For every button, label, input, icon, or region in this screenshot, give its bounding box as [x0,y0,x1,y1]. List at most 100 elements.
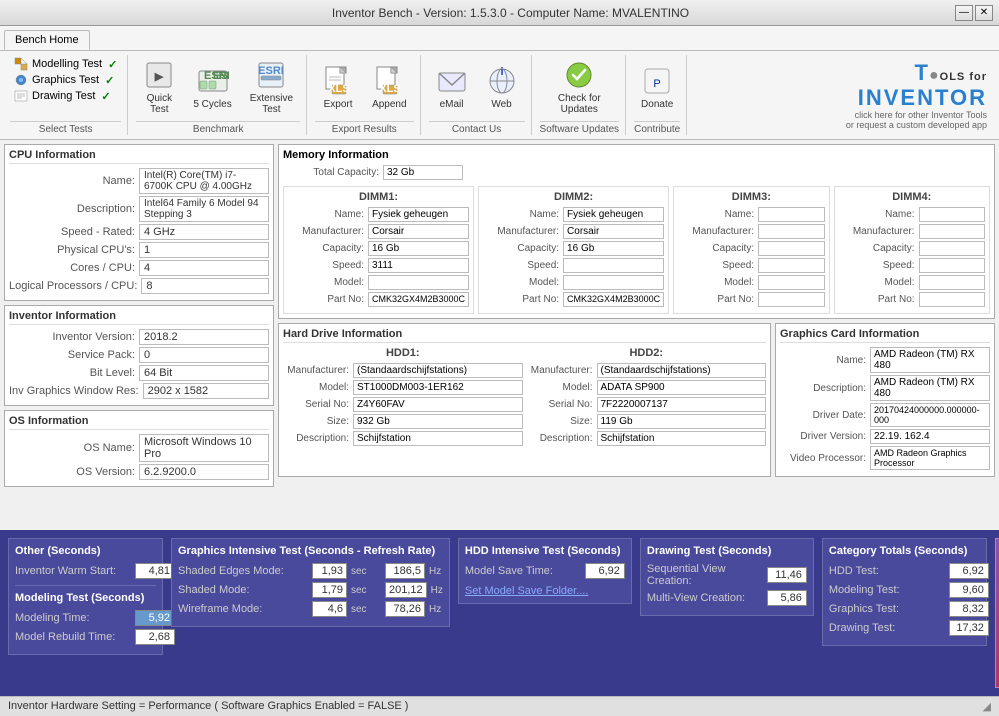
cpu-logical-label: Logical Processors / CPU: [9,280,141,292]
contribute-group: P Donate Contribute [628,55,687,135]
main-window: Bench Home Modelling Test ✓ Graphics Tes… [0,26,999,716]
five-cycles-button[interactable]: ESRIESRI 5 Cycles [186,61,238,114]
hdd2-model-label: Model: [527,382,597,393]
quick-test-icon: ▶ [143,59,175,91]
bench-totals-drawing-row: Drawing Test: 17,32 [829,620,980,636]
export-button[interactable]: XLS Export [315,61,361,114]
memory-title: Memory Information [283,149,990,161]
dimm3-mfr-value [758,224,824,239]
dimm3-model-label: Model: [678,277,758,288]
dimm3-cap-value [758,241,824,256]
hdd2-title: HDD2: [527,347,767,359]
cpu-speed-label: Speed - Rated: [9,226,139,238]
ribbon-content: Modelling Test ✓ Graphics Test ✓ Drawing… [0,50,999,139]
inv-gfx-value: 2902 x 1582 [143,383,269,399]
dimm3-part-label: Part No: [678,294,758,305]
hdd-section: Hard Drive Information HDD1: Manufacture… [278,323,771,477]
info-panels: CPU Information Name: Intel(R) Core(TM) … [0,140,999,530]
modelling-label: Modelling Test [32,58,102,70]
export-items: XLS Export XLS Append [315,55,413,119]
bench-totals-modeling-value: 9,60 [949,582,989,598]
export-group: XLS Export XLS Append Export Results [309,55,420,135]
graphics-check-item: Graphics Test ✓ [14,73,117,87]
benchmark-group: ▶ Quick Test ESRIESRI 5 Cycles ESRI [130,55,307,135]
gpu-driver-date-value: 20170424000000.000000-000 [870,403,990,427]
dimm3-title: DIMM3: [678,191,824,203]
web-button[interactable]: i Web [479,61,525,114]
cpu-name-label: Name: [9,175,139,187]
dimm2-model-label: Model: [483,277,563,288]
hdd1-model-label: Model: [283,382,353,393]
contribute-items: P Donate [634,55,680,119]
status-bar: Inventor Hardware Setting = Performance … [0,696,999,716]
close-button[interactable]: ✕ [975,5,993,21]
contact-label-group: Contact Us [429,121,525,135]
bench-model-save-row: Model Save Time: 6,92 [465,563,625,579]
dimm1-mfr-label: Manufacturer: [288,226,368,237]
gpu-driver-ver-value: 22.19. 162.4 [870,429,990,444]
cpu-desc-row: Description: Intel64 Family 6 Model 94 S… [9,196,269,222]
hdd2-desc-value: Schijfstation [597,431,767,446]
gpu-name-label: Name: [780,355,870,366]
bench-seq-label: Sequential View Creation: [647,563,767,587]
bench-modeling-title: Modeling Test (Seconds) [15,592,156,604]
benchmark-area: Other (Seconds) Inventor Warm Start: 4,8… [0,530,999,696]
inv-version-row: Inventor Version: 2018.2 [9,329,269,345]
dimm4-speed-label: Speed: [839,260,919,271]
status-text: Inventor Hardware Setting = Performance … [8,700,408,713]
bench-graphics-box: Graphics Intensive Test (Seconds - Refre… [171,538,450,627]
ribbon-tabs: Bench Home [0,26,999,50]
hdd1-serial-value: Z4Y60FAV [353,397,523,412]
set-folder-link[interactable]: Set Model Save Folder.... [465,585,589,597]
tools-logo[interactable]: T●OLS for INVENTOR click here for other … [838,55,995,135]
dimm1-speed-label: Speed: [288,260,368,271]
cpu-speed-value: 4 GHz [139,224,269,240]
dimm2-model-value [563,275,664,290]
bench-totals-drawing-label: Drawing Test: [829,622,949,634]
os-name-row: OS Name: Microsoft Windows 10 Pro [9,434,269,462]
minimize-button[interactable]: — [955,5,973,21]
dimm3-mfr-label: Manufacturer: [678,226,758,237]
gpu-video-proc-label: Video Processor: [780,453,870,464]
hdd1-col: HDD1: Manufacturer:(Standaardschijfstati… [283,347,523,448]
append-label: Append [372,99,406,110]
web-label: Web [491,99,511,110]
bench-graphics-title: Graphics Intensive Test (Seconds - Refre… [178,545,443,557]
extensive-test-label: Extensive Test [250,93,293,115]
donate-label: Donate [641,99,673,110]
hdd2-col: HDD2: Manufacturer:(Standaardschijfstati… [527,347,767,448]
bench-home-tab[interactable]: Bench Home [4,30,90,50]
bench-totals-hdd-row: HDD Test: 6,92 [829,563,980,579]
bench-other-box: Other (Seconds) Inventor Warm Start: 4,8… [8,538,163,655]
drawing-check-item: Drawing Test ✓ [14,89,117,103]
bench-other-title: Other (Seconds) [15,545,156,557]
inv-bit-row: Bit Level: 64 Bit [9,365,269,381]
dimm2-name-label: Name: [483,209,563,220]
drawing-icon [14,89,28,103]
modelling-icon [14,57,28,71]
extensive-test-button[interactable]: ESRI Extensive Test [243,55,300,119]
os-version-value: 6.2.9200.0 [139,464,269,480]
software-group: Check for Updates Software Updates [534,55,627,135]
append-button[interactable]: XLS Append [365,61,413,114]
dimm1-mfr-value: Corsair [368,224,469,239]
drawing-check: ✓ [101,90,110,103]
quick-test-button[interactable]: ▶ Quick Test [136,55,182,119]
cpu-speed-row: Speed - Rated: 4 GHz [9,224,269,240]
os-title: OS Information [9,415,269,430]
cpu-cores-row: Cores / CPU: 4 [9,260,269,276]
email-button[interactable]: eMail [429,61,475,114]
title-text: Inventor Bench - Version: 1.5.3.0 - Comp… [66,6,955,20]
cpu-desc-label: Description: [9,203,139,215]
tools-logo-desc2: or request a custom developed app [846,120,987,130]
dimm3-model-value [758,275,824,290]
memory-total-label: Total Capacity: [283,167,383,178]
software-label-group: Software Updates [540,121,620,135]
donate-button[interactable]: P Donate [634,61,680,114]
bench-multi-row: Multi-View Creation: 5,86 [647,590,807,606]
check-updates-button[interactable]: Check for Updates [551,55,608,119]
bench-multi-label: Multi-View Creation: [647,592,767,604]
hdd1-desc-label: Description: [283,433,353,444]
bench-totals-graphics-row: Graphics Test: 8,32 [829,601,980,617]
bench-totals-hdd-label: HDD Test: [829,565,949,577]
